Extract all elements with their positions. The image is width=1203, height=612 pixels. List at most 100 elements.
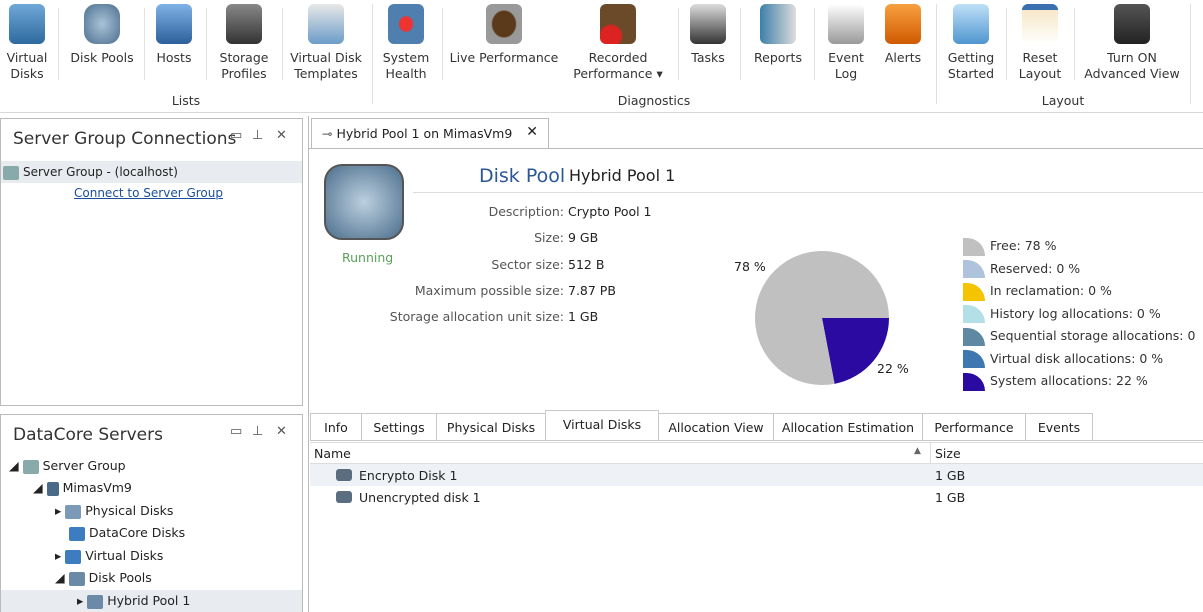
pool-name: Hybrid Pool 1 [569,166,676,185]
tree-item-hybrid-pool[interactable]: ▸ Hybrid Pool 1 [1,590,302,612]
recorded-performance-icon [600,4,636,44]
close-icon[interactable]: ✕ [276,424,287,439]
tab-allocation-estimation[interactable]: Allocation Estimation [773,413,923,441]
label: Live Performance [449,50,559,65]
event-log-button[interactable]: Event Log [820,4,872,82]
alerts-button[interactable]: Alerts [878,4,928,66]
tree-item-virtual-disks[interactable]: ▸ Virtual Disks [55,545,163,567]
system-health-button[interactable]: System Health [380,4,432,82]
event-log-icon [828,4,864,44]
connect-link[interactable]: Connect to Server Group [74,182,223,204]
getting-started-icon [953,4,989,44]
advanced-view-button[interactable]: Turn ON Advanced View [1080,4,1184,82]
virtual-disk-templates-button[interactable]: Virtual Disk Templates [288,4,364,82]
legend-swatch [963,372,985,391]
cell-name: Unencrypted disk 1 [359,490,481,505]
property-label: Maximum possible size: [414,282,564,298]
pin-icon[interactable]: ⊥ [252,128,263,143]
close-icon[interactable]: ✕ [276,128,287,143]
storage-profiles-button[interactable]: Storage Profiles [212,4,276,82]
window-icon[interactable]: ▭ [230,424,242,439]
legend-swatch [963,327,985,346]
disk-pool-icon [87,594,104,609]
tab-settings[interactable]: Settings [361,413,437,441]
window-icon[interactable]: ▭ [230,128,242,143]
live-performance-button[interactable]: Live Performance [448,4,560,66]
tab-info[interactable]: Info [310,413,362,441]
tree-item-datacore-disks[interactable]: DataCore Disks [69,522,185,544]
legend-label: System allocations: 22 % [990,373,1148,388]
property-value: Crypto Pool 1 [568,204,652,219]
column-header-size[interactable]: Size [935,446,961,461]
disk-pools-button[interactable]: Disk Pools [66,4,138,66]
server-group-item[interactable]: Server Group - (localhost) [1,161,302,183]
label: Hybrid Pool 1 on MimasVm9 [336,126,513,141]
label: Reports [754,50,802,65]
reset-layout-button[interactable]: Reset Layout [1012,4,1068,82]
label: Turn ON Advanced View [1084,50,1180,81]
tree-item-server[interactable]: ◢ MimasVm9 [33,477,132,499]
tab-performance[interactable]: Performance [922,413,1026,441]
virtual-disks-grid: Name ▲ Size Encrypto Disk 1 1 GB Unencry… [310,442,1203,508]
legend-swatch [963,350,985,368]
group-label-diagnostics: Diagnostics [617,93,691,108]
tree-item-physical-disks[interactable]: ▸ Physical Disks [55,500,173,522]
hosts-button[interactable]: Hosts [150,4,198,66]
property-value: 1 GB [568,309,599,325]
disk-pool-icon [68,571,85,586]
property-label: Size: [534,230,564,246]
label: MimasVm9 [62,480,132,495]
legend-swatch [963,305,985,323]
table-row[interactable]: Encrypto Disk 1 1 GB [310,464,1203,486]
disk-pool-icon [84,4,120,44]
close-tab-icon[interactable]: ✕ [526,124,538,140]
recorded-performance-button[interactable]: Recorded Performance ▾ [566,4,670,82]
column-header-name[interactable]: Name [314,446,351,461]
tab-events[interactable]: Events [1025,413,1093,441]
server-group-icon [3,165,19,180]
server-group-icon [22,459,39,474]
legend-item: History log allocations: 0 % [963,303,1161,325]
data-label: 78 % [734,259,766,274]
sort-ascending-icon: ▲ [914,446,921,456]
legend-label: History log allocations: 0 % [990,305,1161,321]
virtual-disks-button[interactable]: Virtual Disks [4,4,50,82]
label: Server Group - (localhost) [23,165,178,179]
label: Reset Layout [1018,50,1062,81]
reset-layout-icon [1022,4,1058,44]
legend-swatch [963,237,985,256]
label: Hosts [156,50,192,65]
label: Server Group [42,458,126,473]
pin-icon[interactable]: ⊥ [252,424,263,439]
label: Physical Disks [85,503,174,518]
tree-item-server-group[interactable]: ◢ Server Group [9,455,126,477]
label: Virtual Disks [6,50,48,81]
data-label: 22 % [877,361,909,376]
health-kit-icon [388,4,424,44]
getting-started-button[interactable]: Getting Started [944,4,998,82]
flag-icon [885,4,921,44]
document-tab[interactable]: ⊸ Hybrid Pool 1 on MimasVm9 ✕ [311,118,549,148]
label: System Health [382,50,430,81]
tasks-icon [690,4,726,44]
table-row[interactable]: Unencrypted disk 1 1 GB [310,486,1203,508]
legend-swatch [963,260,985,278]
legend-item: Sequential storage allocations: 0 % [963,325,1203,365]
tab-virtual-disks[interactable]: Virtual Disks [545,410,659,441]
virtual-disk-icon [65,549,82,564]
server-group-connections-panel: Server Group Connections ▭ ⊥ ✕ Server Gr… [0,118,303,406]
label: Virtual Disk Templates [290,50,362,81]
tree-item-disk-pools[interactable]: ◢ Disk Pools [55,567,152,589]
disk-icon [65,504,82,519]
label: Disk Pools [70,50,134,65]
tab-physical-disks[interactable]: Physical Disks [436,413,546,441]
server-icon [46,481,59,496]
encrypted-disk-icon [336,469,352,481]
tasks-button[interactable]: Tasks [684,4,732,66]
legend-label: In reclamation: 0 % [990,283,1112,298]
label: Alerts [884,50,922,65]
tab-allocation-view[interactable]: Allocation View [658,413,774,441]
label: Disk Pools [88,570,152,585]
group-label-layout: Layout [1041,93,1085,108]
reports-button[interactable]: Reports [748,4,808,66]
